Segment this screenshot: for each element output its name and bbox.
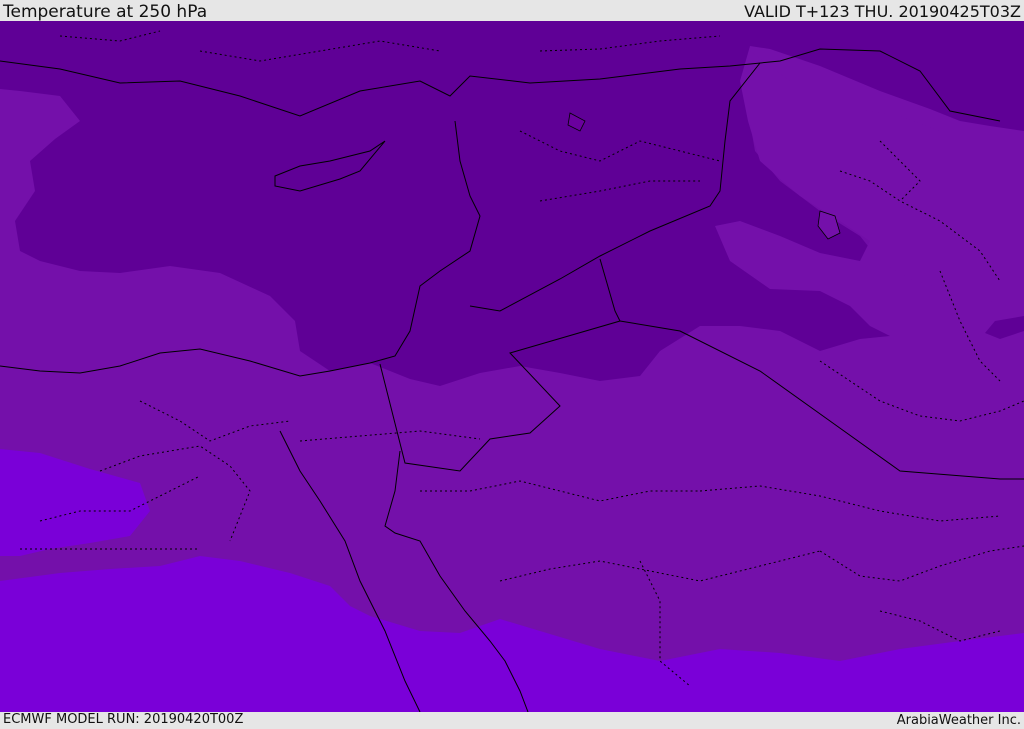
model-run: ECMWF MODEL RUN: 20190420T00Z <box>3 712 244 727</box>
valid-time: VALID T+123 THU. 20190425T03Z <box>744 2 1021 21</box>
footer-bar: ECMWF MODEL RUN: 20190420T00Z ArabiaWeat… <box>0 712 1024 729</box>
map-title: Temperature at 250 hPa <box>3 2 208 22</box>
credit-text: ArabiaWeather Inc. <box>896 713 1021 728</box>
temperature-map[interactable] <box>0 21 1024 712</box>
header-bar: Temperature at 250 hPa VALID T+123 THU. … <box>0 0 1024 21</box>
